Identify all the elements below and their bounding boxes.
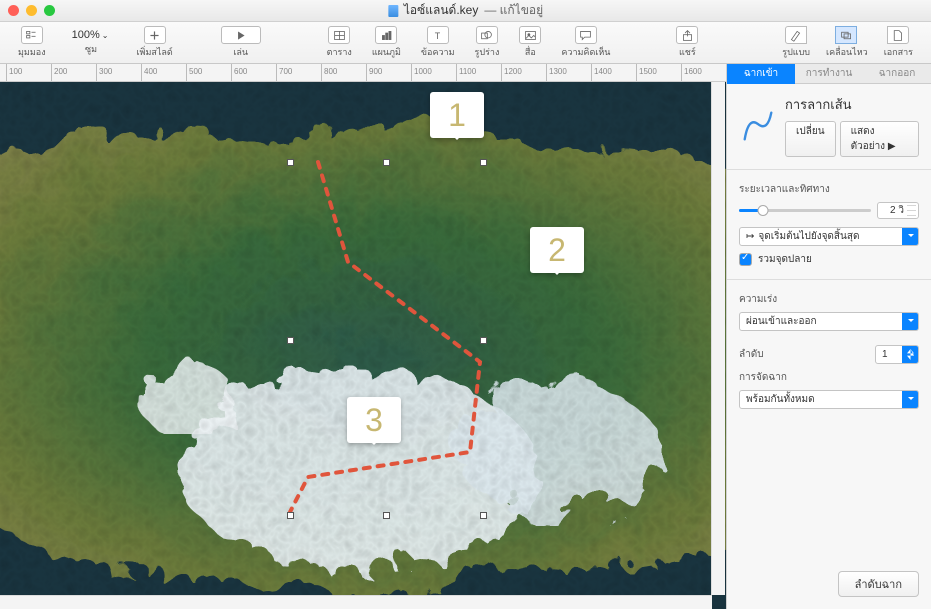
ruler-tick: 1000 xyxy=(411,64,432,82)
horizontal-scrollbar[interactable] xyxy=(0,595,712,609)
document-tab[interactable]: เอกสาร xyxy=(876,26,921,59)
table-button[interactable]: ตาราง xyxy=(319,26,360,59)
close-window-button[interactable] xyxy=(8,5,19,16)
tab-action[interactable]: การทำงาน xyxy=(795,64,863,84)
acceleration-select[interactable]: ผ่อนเข้าและออก xyxy=(739,312,919,331)
ruler-tick: 900 xyxy=(366,64,382,82)
shape-button[interactable]: รูปร่าง xyxy=(467,26,508,59)
delivery-select[interactable]: พร้อมกันทั้งหมด xyxy=(739,390,919,409)
share-button[interactable]: แชร์ xyxy=(668,26,706,59)
ruler-tick: 1500 xyxy=(636,64,657,82)
callout-3[interactable]: 3 xyxy=(347,397,401,443)
add-slide-button[interactable]: เพิ่มสไลด์ xyxy=(128,26,180,59)
acceleration-label: ความเร่ง xyxy=(739,292,919,307)
selection-handle[interactable] xyxy=(383,512,390,519)
animation-name: การลากเส้น xyxy=(785,94,919,115)
view-button[interactable]: มุมมอง xyxy=(10,26,54,59)
ruler-tick: 500 xyxy=(186,64,202,82)
ruler-tick: 600 xyxy=(231,64,247,82)
window-title: ไอซ์แลนด์.key — แก้ไขอยู่ xyxy=(388,1,543,20)
document-status: — แก้ไขอยู่ xyxy=(484,1,543,20)
text-button[interactable]: T ข้อความ xyxy=(413,26,463,59)
media-button[interactable]: สื่อ xyxy=(511,26,549,59)
traffic-lights xyxy=(8,5,55,16)
ruler-tick: 700 xyxy=(276,64,292,82)
callout-2[interactable]: 2 xyxy=(530,227,584,273)
change-animation-button[interactable]: เปลี่ยน xyxy=(785,121,836,157)
map-image xyxy=(0,82,726,609)
ruler-tick: 300 xyxy=(96,64,112,82)
vertical-scrollbar[interactable] xyxy=(711,82,725,595)
tab-build-out[interactable]: ฉากออก xyxy=(863,64,931,84)
include-endpoint-label: รวมจุดปลาย xyxy=(758,252,812,267)
ruler-tick: 1400 xyxy=(591,64,612,82)
inspector-panel: ฉากเข้า การทำงาน ฉากออก การลากเส้น เปลี่… xyxy=(726,64,931,609)
zoom-dropdown[interactable]: 100% ⌄ ซูม xyxy=(58,29,125,56)
ruler-tick: 1200 xyxy=(501,64,522,82)
ruler-tick: 200 xyxy=(51,64,67,82)
selection-handle[interactable] xyxy=(287,159,294,166)
callout-1[interactable]: 1 xyxy=(430,92,484,138)
animation-tabs: ฉากเข้า การทำงาน ฉากออก xyxy=(727,64,931,84)
preview-animation-button[interactable]: แสดงตัวอย่าง ▶ xyxy=(840,121,919,157)
duration-slider[interactable] xyxy=(739,209,871,212)
comment-button[interactable]: ความคิดเห็น xyxy=(553,26,618,59)
svg-text:T: T xyxy=(435,30,441,40)
tab-build-in[interactable]: ฉากเข้า xyxy=(727,64,795,84)
include-endpoint-checkbox[interactable] xyxy=(739,253,752,266)
horizontal-ruler: 100 200 300 400 500 600 700 800 900 1000 1100 1200 1… xyxy=(0,64,726,82)
minimize-window-button[interactable] xyxy=(26,5,37,16)
chart-button[interactable]: แผนภูมิ xyxy=(364,26,409,59)
document-icon xyxy=(388,5,398,17)
toolbar: มุมมอง 100% ⌄ ซูม เพิ่มสไลด์ เล่น ตาราง … xyxy=(0,22,931,64)
ruler-tick: 800 xyxy=(321,64,337,82)
selection-handle[interactable] xyxy=(480,337,487,344)
ruler-tick: 400 xyxy=(141,64,157,82)
ruler-tick: 1300 xyxy=(546,64,567,82)
document-name: ไอซ์แลนด์.key xyxy=(404,1,478,20)
duration-stepper[interactable]: 2 วิ xyxy=(877,202,919,219)
build-order-button[interactable]: ลำดับฉาก xyxy=(838,571,919,597)
selection-handle[interactable] xyxy=(480,512,487,519)
duration-direction-label: ระยะเวลาและทิศทาง xyxy=(739,182,919,197)
selection-handle[interactable] xyxy=(383,159,390,166)
animate-tab[interactable]: เคลื่อนไหว xyxy=(818,26,876,59)
ruler-tick: 1600 xyxy=(681,64,702,82)
window-titlebar: ไอซ์แลนด์.key — แก้ไขอยู่ xyxy=(0,0,931,22)
delivery-label: การจัดฉาก xyxy=(739,370,919,385)
selection-handle[interactable] xyxy=(287,512,294,519)
animation-preview-icon xyxy=(739,107,777,145)
direction-select[interactable]: ↦จุดเริ่มต้นไปยังจุดสิ้นสุด xyxy=(739,227,919,246)
ruler-tick: 100 xyxy=(6,64,22,82)
order-select[interactable]: 1 xyxy=(875,345,919,364)
slide-canvas[interactable]: 1 2 3 xyxy=(0,82,726,609)
ruler-tick: 1100 xyxy=(456,64,476,82)
selection-handle[interactable] xyxy=(480,159,487,166)
play-button[interactable]: เล่น xyxy=(213,26,269,59)
maximize-window-button[interactable] xyxy=(44,5,55,16)
selection-handle[interactable] xyxy=(287,337,294,344)
format-tab[interactable]: รูปแบบ xyxy=(774,26,818,59)
order-label: ลำดับ xyxy=(739,347,764,362)
